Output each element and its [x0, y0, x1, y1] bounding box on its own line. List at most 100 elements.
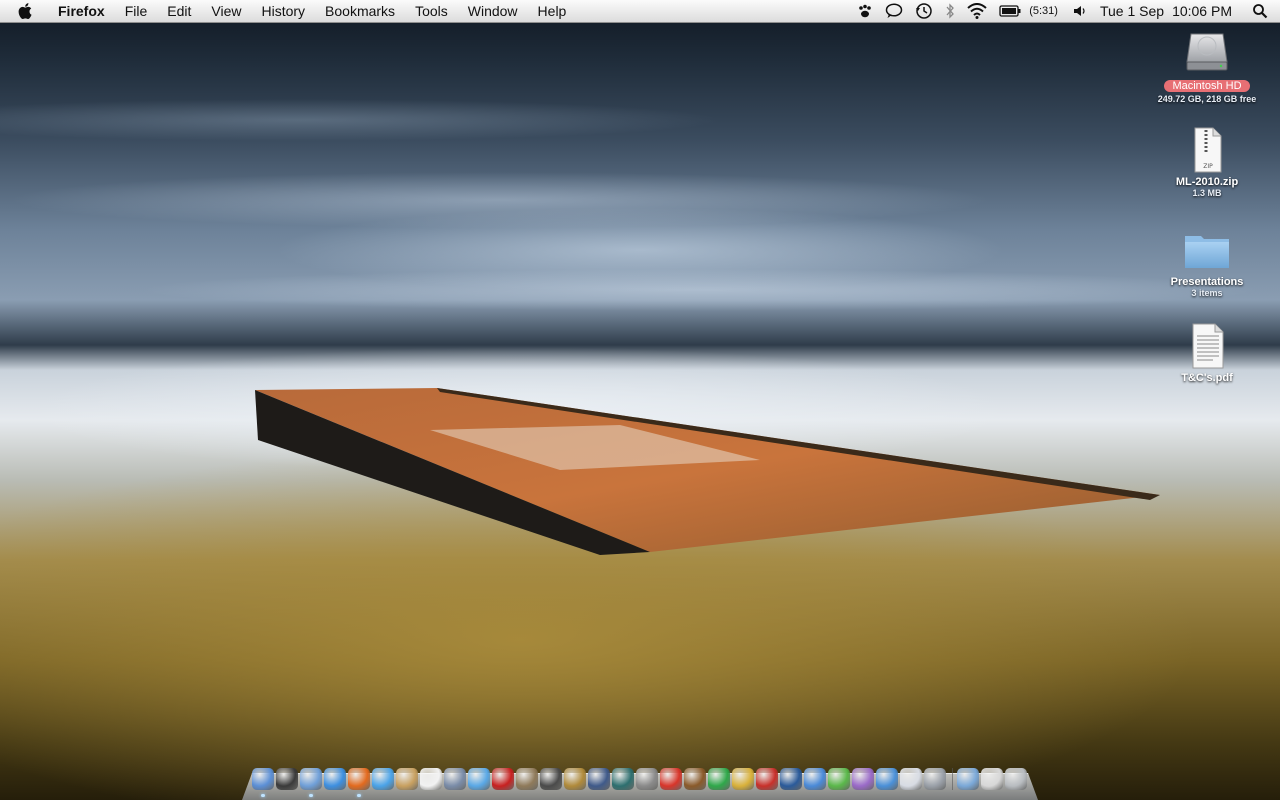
hard-drive-icon — [1183, 28, 1231, 76]
running-indicator — [357, 794, 361, 797]
mail-icon — [300, 768, 322, 790]
folder-icon — [1183, 226, 1231, 274]
documents-folder-icon — [957, 768, 979, 790]
running-indicator — [309, 794, 313, 797]
dock-separator — [952, 768, 953, 790]
dock-item[interactable] — [324, 768, 346, 790]
dock-item[interactable] — [468, 768, 490, 790]
dock-item[interactable] — [900, 768, 922, 790]
people-icon — [876, 768, 898, 790]
zip-file-icon: ZIP — [1183, 126, 1231, 174]
dock-item[interactable] — [492, 768, 514, 790]
dock-item[interactable] — [420, 768, 442, 790]
dock-item[interactable] — [564, 768, 586, 790]
desktop-icon-info: 249.72 GB, 218 GB free — [1157, 94, 1257, 104]
battery-time[interactable]: (5:31) — [1029, 5, 1058, 17]
apple-menu-icon[interactable] — [18, 2, 38, 20]
dock-icons — [252, 768, 1029, 797]
app-menu-firefox[interactable]: Firefox — [54, 3, 115, 19]
desktop-icon-label: ML-2010.zip — [1175, 176, 1239, 188]
dock-item[interactable] — [708, 768, 730, 790]
menu-help[interactable]: Help — [528, 3, 577, 19]
dock-item[interactable] — [981, 768, 1003, 790]
itunes-icon — [468, 768, 490, 790]
utility-icon — [636, 768, 658, 790]
trash-icon — [1005, 768, 1027, 790]
menu-clock[interactable]: Tue 1 Sep 10:06 PM — [1100, 3, 1240, 19]
menu-file[interactable]: File — [115, 3, 158, 19]
dock-item[interactable] — [588, 768, 610, 790]
dashboard-icon — [276, 768, 298, 790]
dock-item[interactable] — [372, 768, 394, 790]
bluetooth-icon[interactable] — [945, 3, 955, 19]
app-green-leaf-icon — [828, 768, 850, 790]
safari-icon — [324, 768, 346, 790]
desktop-icon-tcs-pdf[interactable]: T&C's.pdf — [1147, 322, 1267, 384]
preview-icon — [444, 768, 466, 790]
app-purple-icon — [852, 768, 874, 790]
dock-item[interactable] — [660, 768, 682, 790]
desktop-icon-label: T&C's.pdf — [1181, 372, 1233, 384]
google-earth-icon — [780, 768, 802, 790]
finder-icon — [252, 768, 274, 790]
dock — [242, 768, 1038, 800]
app-gray-icon — [924, 768, 946, 790]
desktop-icon-label: Presentations — [1170, 276, 1244, 288]
clock-date: Tue 1 Sep — [1099, 3, 1165, 19]
dock-item[interactable] — [516, 768, 538, 790]
desktop-icon-label: Macintosh HD — [1164, 80, 1250, 92]
desktop-icon-macintosh-hd[interactable]: Macintosh HD 249.72 GB, 218 GB free — [1147, 28, 1267, 104]
dock-item[interactable] — [348, 768, 370, 797]
volume-icon[interactable] — [1072, 4, 1088, 18]
menu-bar: Firefox File Edit View History Bookmarks… — [0, 0, 1280, 23]
dock-item[interactable] — [1005, 768, 1027, 790]
dock-item[interactable] — [924, 768, 946, 790]
dock-item[interactable] — [252, 768, 274, 797]
spotlight-search-icon[interactable] — [1252, 3, 1268, 19]
ichat-icon — [372, 768, 394, 790]
paw-icon[interactable] — [857, 3, 873, 19]
dock-item[interactable] — [828, 768, 850, 790]
dock-item[interactable] — [780, 768, 802, 790]
chat-bubble-icon[interactable] — [885, 3, 903, 19]
menu-history[interactable]: History — [251, 3, 315, 19]
wifi-icon[interactable] — [967, 3, 987, 19]
address-book-icon — [396, 768, 418, 790]
desktop-icon-info: 3 items — [1191, 288, 1223, 298]
dock-item[interactable] — [612, 768, 634, 790]
dock-item[interactable] — [852, 768, 874, 790]
time-machine-icon[interactable] — [915, 2, 933, 20]
dock-item[interactable] — [540, 768, 562, 790]
desktop-icon-presentations[interactable]: Presentations 3 items — [1147, 226, 1267, 298]
time-machine-icon — [612, 768, 634, 790]
menu-view[interactable]: View — [201, 3, 251, 19]
dock-item[interactable] — [957, 768, 979, 790]
dock-item[interactable] — [300, 768, 322, 797]
dock-item[interactable] — [732, 768, 754, 790]
battery-icon[interactable] — [999, 5, 1021, 17]
dock-item[interactable] — [444, 768, 466, 790]
menu-edit[interactable]: Edit — [157, 3, 201, 19]
firefox-icon — [348, 768, 370, 790]
dock-item[interactable] — [636, 768, 658, 790]
downloads-icon — [981, 768, 1003, 790]
dock-item[interactable] — [276, 768, 298, 790]
running-indicator — [261, 794, 265, 797]
app-red-icon — [660, 768, 682, 790]
app-table-icon — [900, 768, 922, 790]
dock-item[interactable] — [804, 768, 826, 790]
desktop-icon-ml-2010-zip[interactable]: ZIP ML-2010.zip 1.3 MB — [1147, 126, 1267, 198]
clock-time: 10:06 PM — [1172, 3, 1232, 19]
dock-item[interactable] — [756, 768, 778, 790]
imovie-icon — [540, 768, 562, 790]
dock-item[interactable] — [396, 768, 418, 790]
menu-tools[interactable]: Tools — [405, 3, 458, 19]
menu-bookmarks[interactable]: Bookmarks — [315, 3, 405, 19]
dock-item[interactable] — [684, 768, 706, 790]
status-area: (5:31) Tue 1 Sep 10:06 PM — [851, 0, 1280, 22]
iphoto-icon — [516, 768, 538, 790]
menu-window[interactable]: Window — [458, 3, 528, 19]
pdf-file-icon — [1183, 322, 1231, 370]
dock-item[interactable] — [876, 768, 898, 790]
spaces-icon — [588, 768, 610, 790]
